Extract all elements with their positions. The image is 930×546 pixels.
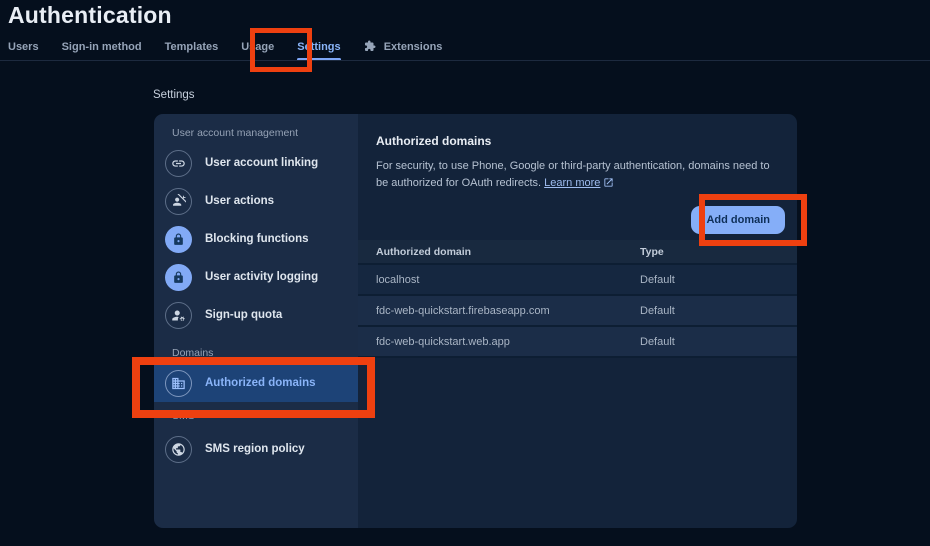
sidebar-item-sign-up-quota[interactable]: Sign-up quota	[154, 296, 358, 334]
tab-bar-divider	[0, 60, 930, 61]
sidebar-item-user-actions[interactable]: User actions	[154, 182, 358, 220]
column-header-authorized-domain: Authorized domain	[376, 246, 640, 258]
settings-sidebar: User account management User account lin…	[154, 114, 358, 528]
learn-more-label: Learn more	[544, 177, 600, 189]
domain-cell: fdc-web-quickstart.web.app	[376, 336, 640, 348]
authorized-domains-table: Authorized domain Type localhost Default…	[358, 240, 797, 358]
authorized-domains-panel: Authorized domains For security, to use …	[358, 114, 797, 528]
domain-cell: localhost	[376, 274, 640, 286]
panel-description: For security, to use Phone, Google or th…	[376, 158, 779, 192]
lock-icon	[165, 264, 192, 291]
sidebar-item-user-activity-logging[interactable]: User activity logging	[154, 258, 358, 296]
annotation-box-settings-tab	[250, 28, 312, 72]
person-gear-icon	[165, 302, 192, 329]
table-row: localhost Default	[358, 265, 797, 296]
authentication-settings-page: Authentication Users Sign-in method Temp…	[0, 0, 930, 546]
table-row: fdc-web-quickstart.web.app Default	[358, 327, 797, 358]
table-row: fdc-web-quickstart.firebaseapp.com Defau…	[358, 296, 797, 327]
user-actions-icon	[165, 188, 192, 215]
tab-users[interactable]: Users	[8, 39, 39, 61]
annotation-box-authorized-domains	[132, 357, 375, 418]
type-cell: Default	[640, 274, 797, 286]
sidebar-item-blocking-functions[interactable]: Blocking functions	[154, 220, 358, 258]
tab-users-label: Users	[8, 41, 39, 53]
settings-panel: User account management User account lin…	[154, 114, 797, 528]
puzzle-icon	[364, 40, 376, 52]
sidebar-item-label: User activity logging	[205, 271, 318, 283]
sidebar-item-user-account-linking[interactable]: User account linking	[154, 144, 358, 182]
column-header-type: Type	[640, 246, 797, 258]
link-icon	[165, 150, 192, 177]
globe-icon	[165, 436, 192, 463]
open-in-new-icon	[603, 177, 614, 188]
sidebar-item-sms-region-policy[interactable]: SMS region policy	[154, 430, 358, 468]
tab-extensions-label: Extensions	[384, 41, 443, 53]
type-cell: Default	[640, 336, 797, 348]
learn-more-link[interactable]: Learn more	[544, 177, 614, 189]
tab-templates[interactable]: Templates	[165, 39, 219, 61]
sidebar-item-label: Blocking functions	[205, 233, 309, 245]
sidebar-item-label: User account linking	[205, 157, 318, 169]
tab-sign-in-method[interactable]: Sign-in method	[62, 39, 142, 61]
sidebar-item-label: User actions	[205, 195, 274, 207]
section-label-user-management: User account management	[154, 122, 358, 144]
type-cell: Default	[640, 305, 797, 317]
sidebar-item-label: Sign-up quota	[205, 309, 282, 321]
lock-icon	[165, 226, 192, 253]
annotation-box-add-domain-button	[699, 194, 807, 246]
sidebar-item-label: SMS region policy	[205, 443, 305, 455]
panel-title: Authorized domains	[376, 134, 779, 148]
tab-bar: Users Sign-in method Templates Usage Set…	[8, 38, 442, 61]
page-title: Authentication	[8, 2, 172, 29]
domain-cell: fdc-web-quickstart.firebaseapp.com	[376, 305, 640, 317]
tab-sign-in-method-label: Sign-in method	[62, 41, 142, 53]
tab-templates-label: Templates	[165, 41, 219, 53]
settings-section-label: Settings	[153, 89, 195, 101]
tab-extensions[interactable]: Extensions	[364, 38, 443, 61]
